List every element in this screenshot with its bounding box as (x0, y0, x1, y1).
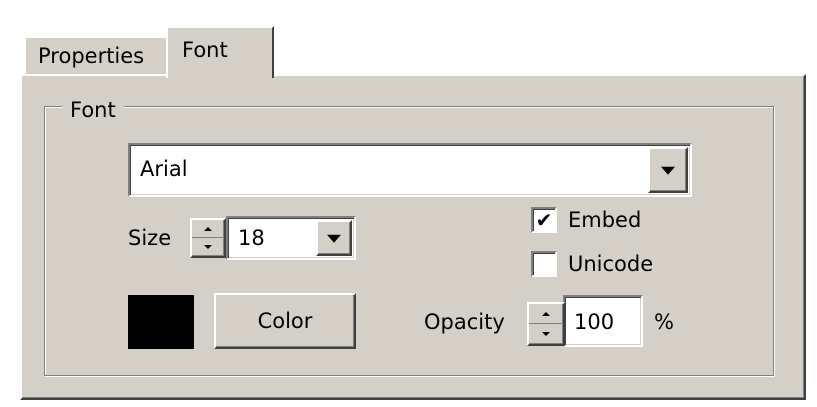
tab-font-label: Font (182, 38, 228, 62)
font-select[interactable] (128, 143, 692, 197)
tab-properties-label: Properties (38, 44, 145, 68)
color-swatch[interactable] (128, 295, 194, 349)
opacity-spinner[interactable] (527, 302, 565, 346)
font-select-value: Arial (140, 157, 188, 181)
size-dropdown-button[interactable] (316, 220, 352, 256)
size-value: 18 (238, 226, 265, 250)
unicode-label[interactable]: Unicode (568, 254, 653, 275)
chevron-down-icon (327, 234, 341, 243)
unicode-checkbox[interactable] (531, 251, 557, 277)
spin-down-button[interactable] (192, 238, 224, 256)
arrow-up-icon (204, 226, 212, 231)
font-dropdown-button[interactable] (648, 147, 688, 193)
opacity-value: 100 (574, 310, 615, 334)
chevron-down-icon (661, 166, 675, 175)
embed-label[interactable]: Embed (568, 210, 641, 231)
opacity-label: Opacity (424, 310, 505, 334)
spin-up-button[interactable] (529, 304, 563, 324)
groupbox-label: Font (62, 100, 124, 121)
size-spinner[interactable] (190, 218, 226, 258)
embed-checkbox[interactable]: ✔ (531, 207, 557, 233)
arrow-down-icon (204, 245, 212, 249)
spin-down-button[interactable] (529, 324, 563, 344)
size-label: Size (128, 226, 172, 250)
arrow-up-icon (542, 311, 550, 316)
color-button[interactable]: Color (214, 293, 356, 349)
opacity-unit: % (654, 310, 674, 334)
spin-up-button[interactable] (192, 220, 224, 238)
arrow-down-icon (542, 332, 550, 336)
